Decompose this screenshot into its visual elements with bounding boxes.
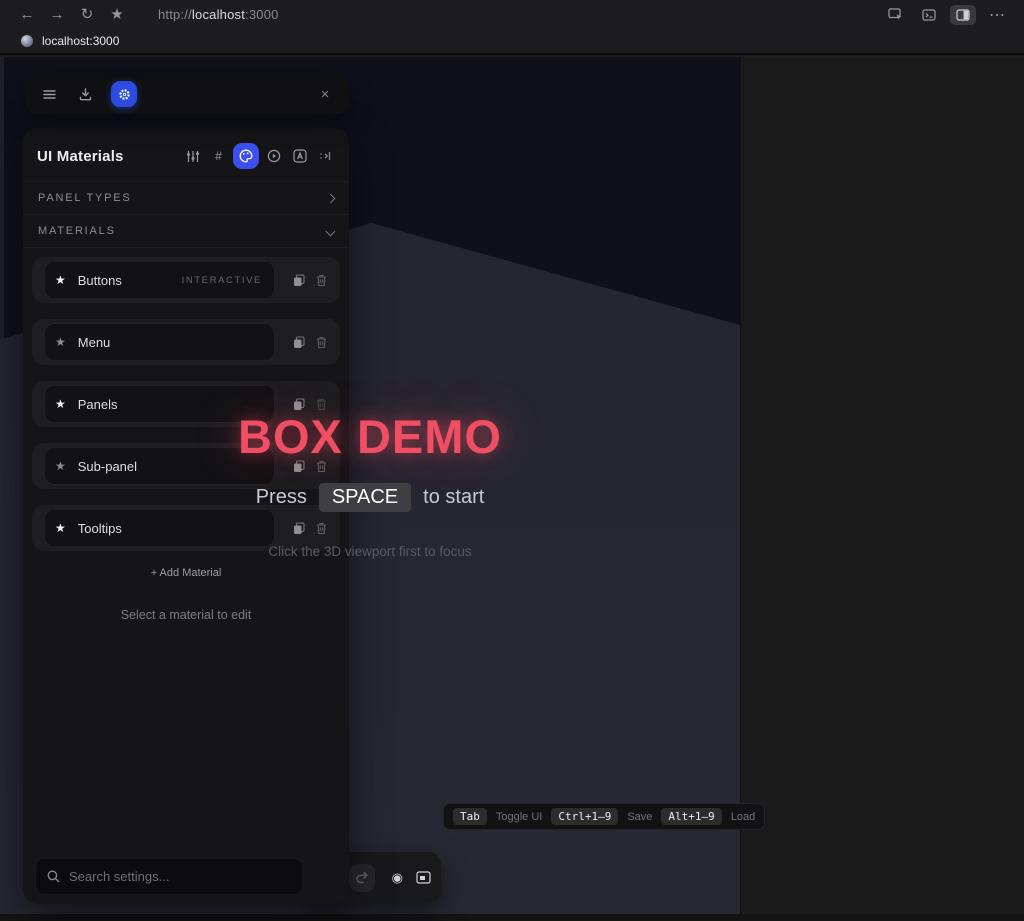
material-row-tooltips: ★ Tooltips — [32, 505, 340, 551]
material-row-panels: ★ Panels — [32, 381, 340, 427]
interactive-badge: INTERACTIVE — [182, 275, 262, 286]
material-item-panels[interactable]: ★ Panels — [44, 385, 275, 423]
settings-gear-button[interactable] — [111, 81, 137, 107]
chrome-right-controls: ⋯ — [882, 5, 1010, 25]
materials-list: ★ Buttons INTERACTIVE — [23, 248, 349, 551]
browser-chrome: ← → ↻ ★ http://localhost:3000 — [0, 0, 1024, 57]
delete-icon[interactable] — [316, 336, 327, 349]
scene-left-face — [0, 57, 4, 343]
material-label: Buttons — [78, 273, 122, 288]
tab-bar: localhost:3000 — [0, 29, 1024, 55]
duplicate-icon[interactable] — [293, 460, 305, 473]
collapse-panel-icon[interactable] — [314, 145, 337, 168]
star-icon[interactable]: ★ — [55, 460, 66, 472]
pip-icon[interactable] — [416, 871, 431, 884]
forward-icon[interactable]: → — [44, 5, 70, 25]
delete-icon[interactable] — [316, 460, 327, 473]
duplicate-icon[interactable] — [293, 274, 305, 287]
ui-materials-panel: UI Materials # — [23, 128, 349, 904]
url-prefix: http:// — [158, 7, 192, 22]
reload-icon[interactable]: ↻ — [74, 5, 100, 25]
empty-selection-hint: Select a material to edit — [23, 608, 349, 622]
url-port: :3000 — [245, 7, 279, 22]
section-panel-types[interactable]: PANEL TYPES — [23, 182, 349, 215]
chevron-right-icon — [326, 193, 336, 203]
material-item-buttons[interactable]: ★ Buttons INTERACTIVE — [44, 261, 275, 299]
bookmark-icon[interactable]: ★ — [104, 5, 130, 25]
terminal-icon[interactable] — [916, 5, 942, 25]
section-materials[interactable]: MATERIALS — [23, 215, 349, 248]
tab-localhost[interactable]: localhost:3000 — [42, 34, 119, 48]
star-icon[interactable]: ★ — [55, 274, 66, 286]
address-bar[interactable]: http://localhost:3000 — [158, 7, 279, 22]
material-item-tooltips[interactable]: ★ Tooltips — [44, 509, 275, 547]
sliders-icon[interactable] — [181, 145, 204, 168]
delete-icon[interactable] — [316, 398, 327, 411]
search-icon — [47, 870, 60, 883]
floating-toolbar: × — [25, 74, 349, 114]
duplicate-icon[interactable] — [293, 336, 305, 349]
typography-icon[interactable] — [288, 145, 311, 168]
shortcut-label-save: Save — [627, 811, 652, 823]
toggle-sidebar-icon[interactable] — [950, 5, 976, 25]
section-materials-label: MATERIALS — [38, 225, 116, 237]
search-input[interactable] — [69, 869, 291, 884]
material-item-sub-panel[interactable]: ★ Sub-panel — [44, 447, 275, 485]
row-actions — [293, 398, 340, 411]
key-tab: Tab — [453, 808, 487, 825]
right-empty-panel — [740, 57, 1024, 921]
material-label: Menu — [78, 335, 111, 350]
star-icon[interactable]: ★ — [55, 522, 66, 534]
panel-header: UI Materials # — [23, 128, 349, 182]
inspect-element-icon[interactable] — [882, 5, 908, 25]
material-row-sub-panel: ★ Sub-panel — [32, 443, 340, 489]
delete-icon[interactable] — [316, 522, 327, 535]
palette-icon[interactable] — [233, 143, 259, 169]
panel-header-icons: # — [181, 143, 337, 169]
browser-navbar: ← → ↻ ★ http://localhost:3000 — [0, 0, 1024, 29]
url-host: localhost — [192, 7, 245, 22]
redo-button[interactable] — [349, 864, 375, 892]
key-alt-1-9: Alt+1–9 — [661, 808, 721, 825]
bottom-edge — [0, 914, 1024, 921]
row-actions — [293, 522, 340, 535]
record-icon[interactable]: ◉ — [392, 871, 403, 884]
star-icon[interactable]: ★ — [55, 398, 66, 410]
menu-icon[interactable] — [39, 84, 59, 104]
section-panel-types-label: PANEL TYPES — [38, 192, 132, 204]
viewport-3d[interactable]: Tab Toggle UI Ctrl+1–9 Save Alt+1–9 Load… — [0, 57, 1024, 921]
settings-search — [35, 858, 303, 895]
add-material-button[interactable]: + Add Material — [151, 567, 222, 579]
close-icon[interactable]: × — [315, 86, 335, 103]
play-circle-icon[interactable] — [262, 145, 285, 168]
row-actions — [293, 274, 340, 287]
download-icon[interactable] — [75, 84, 95, 104]
shortcut-label-load: Load — [731, 811, 755, 823]
back-icon[interactable]: ← — [14, 5, 40, 25]
more-menu-icon[interactable]: ⋯ — [984, 5, 1010, 25]
duplicate-icon[interactable] — [293, 522, 305, 535]
material-label: Sub-panel — [78, 459, 137, 474]
panel-title: UI Materials — [37, 148, 124, 165]
material-row-buttons: ★ Buttons INTERACTIVE — [32, 257, 340, 303]
gear-icon — [118, 88, 131, 101]
star-icon[interactable]: ★ — [55, 336, 66, 348]
duplicate-icon[interactable] — [293, 398, 305, 411]
material-row-menu: ★ Menu — [32, 319, 340, 365]
hash-icon[interactable]: # — [207, 145, 230, 168]
material-label: Panels — [78, 397, 118, 412]
row-actions — [293, 336, 340, 349]
key-ctrl-1-9: Ctrl+1–9 — [551, 808, 618, 825]
material-label: Tooltips — [78, 521, 122, 536]
material-item-menu[interactable]: ★ Menu — [44, 323, 275, 361]
site-favicon — [21, 35, 33, 47]
shortcut-label-toggle-ui: Toggle UI — [496, 811, 542, 823]
shortcuts-bar: Tab Toggle UI Ctrl+1–9 Save Alt+1–9 Load — [443, 803, 765, 830]
chevron-down-icon — [326, 226, 336, 236]
delete-icon[interactable] — [316, 274, 327, 287]
row-actions — [293, 460, 340, 473]
